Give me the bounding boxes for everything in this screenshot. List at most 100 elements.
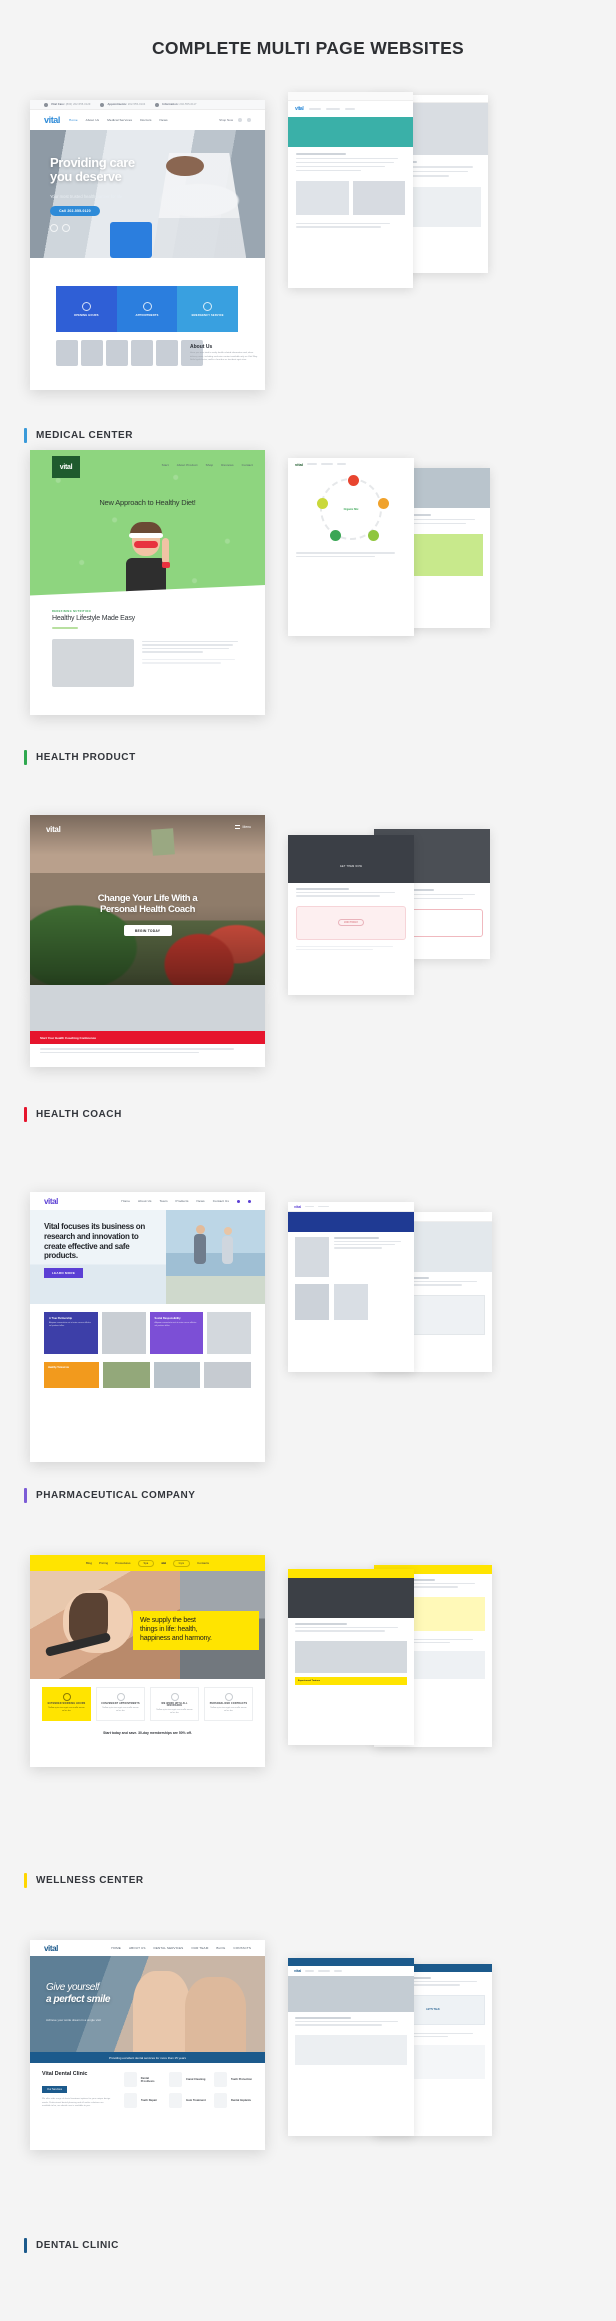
showcase-wellness: Experienced Trainers Blog Pricing Proced… bbox=[0, 1555, 616, 1925]
brand-logo: vital bbox=[46, 825, 61, 834]
mockup-coach-main-lower[interactable]: Start Your Health Coaching Conference bbox=[30, 985, 265, 1067]
doctor-avatars bbox=[56, 340, 203, 366]
nav-item-contacts[interactable]: Contacts bbox=[197, 1561, 209, 1565]
service-dental-prosthesis[interactable]: Dental Prosthesis bbox=[124, 2071, 163, 2088]
tile-photo-4 bbox=[153, 1362, 201, 1388]
menu-button[interactable]: Menu bbox=[234, 825, 251, 829]
clipboard-icon bbox=[142, 301, 152, 311]
nav-item-home[interactable]: HOME bbox=[111, 1946, 121, 1950]
mockup-pharma-secondary-2[interactable]: vital bbox=[288, 1202, 414, 1372]
nav-item-news[interactable]: News bbox=[197, 1199, 205, 1203]
tooth-icon bbox=[169, 2072, 182, 2088]
nav-item-doctors[interactable]: Doctors bbox=[140, 118, 151, 122]
hamburger-icon bbox=[234, 825, 240, 829]
twitter-icon[interactable] bbox=[237, 1199, 240, 1203]
feature-insurance[interactable]: WE WORK WITH ALL INSURANCE Nullam quis r… bbox=[150, 1687, 199, 1722]
service-teeth-repair[interactable]: Teeth Repair bbox=[124, 2092, 163, 2109]
mockup-product-main[interactable]: vital Start About Product Shop Reviews C… bbox=[30, 450, 265, 715]
service-gum-treatment[interactable]: Gum Treatment bbox=[169, 2092, 208, 2109]
learn-more-button[interactable]: LEARN MORE bbox=[44, 1268, 84, 1278]
tile-healthy-tomorrow[interactable]: Healthy Tomorrow bbox=[44, 1362, 99, 1388]
nav-item-about[interactable]: About Us bbox=[138, 1199, 152, 1203]
nav-item-reviews[interactable]: Reviews bbox=[221, 463, 233, 467]
service-dental-implants[interactable]: Dental Implants bbox=[214, 2092, 253, 2109]
nav-item-contact[interactable]: Contact bbox=[242, 463, 253, 467]
carousel-next-icon[interactable] bbox=[62, 224, 70, 232]
nav-item-products[interactable]: Products bbox=[176, 1199, 189, 1203]
mockup-dental-secondary-2[interactable]: vital bbox=[288, 1958, 414, 2136]
label-dental-clinic: DENTAL CLINIC bbox=[24, 2238, 119, 2253]
nav-item-pricing[interactable]: Pricing bbox=[99, 1561, 108, 1565]
nav-item-gym[interactable]: Gym bbox=[172, 1559, 191, 1567]
service-teeth-protection[interactable]: Teeth Protection bbox=[214, 2071, 253, 2088]
mockup-dental-main[interactable]: vital HOME ABOUT US DENTAL SERVICES OUR … bbox=[30, 1940, 265, 2150]
card-opening-hours[interactable]: OPENING HOURS bbox=[56, 286, 117, 332]
medical-info-cards: OPENING HOURS APPOINTMENTS EMERGENCY SER… bbox=[56, 286, 239, 332]
card-appointments[interactable]: APPOINTMENTS bbox=[116, 286, 178, 332]
nav-item-procedures[interactable]: Procedures bbox=[115, 1561, 130, 1565]
nav-item-contacts[interactable]: CONTACTS bbox=[233, 1946, 251, 1950]
product-photo bbox=[52, 638, 134, 687]
nav-item-team[interactable]: OUR TEAM bbox=[191, 1946, 208, 1950]
tile-photo-3 bbox=[102, 1362, 150, 1388]
nav-shop-now[interactable]: Shop Now bbox=[219, 118, 233, 122]
product-eyebrow: REDEFINING NUTRITION bbox=[52, 610, 91, 613]
nav-item-start[interactable]: Start bbox=[162, 463, 169, 467]
brand-logo: vital bbox=[44, 1943, 59, 1953]
topbar-item: Vital Care: (800) 202-555-0129 bbox=[44, 102, 90, 107]
dental-navbar: vital HOME ABOUT US DENTAL SERVICES OUR … bbox=[30, 1940, 265, 1956]
service-canal-cleaning[interactable]: Canal Cleaning bbox=[169, 2071, 208, 2088]
begin-today-button[interactable]: BEGIN TODAY bbox=[123, 925, 172, 936]
cart-icon[interactable] bbox=[247, 118, 251, 122]
hero-call-button[interactable]: Call 202-555-0120 bbox=[50, 206, 100, 216]
hero-carousel-arrows bbox=[50, 224, 70, 232]
nav-item-shop[interactable]: Shop bbox=[206, 463, 214, 467]
feature-convenient-appointments[interactable]: CONVENIENT APPOINTMENTS Nullam quis risu… bbox=[96, 1687, 145, 1722]
nav-item-about[interactable]: ABOUT US bbox=[129, 1946, 146, 1950]
avatar bbox=[106, 340, 128, 366]
hero-doctor-head bbox=[166, 155, 204, 177]
facebook-icon[interactable] bbox=[248, 1199, 251, 1203]
carousel-prev-icon[interactable] bbox=[50, 224, 58, 232]
nav-item-blog[interactable]: BLOG bbox=[216, 1946, 225, 1950]
mockup-wellness-secondary-2[interactable]: Experienced Trainers bbox=[288, 1569, 414, 1745]
mockup-pharma-main[interactable]: vital Home About Us Team Products News C… bbox=[30, 1192, 265, 1462]
nav-item-contact[interactable]: Contact Us bbox=[213, 1199, 229, 1203]
topbar-item: Appointments: 202-555-0134 bbox=[100, 102, 145, 107]
card-emergency[interactable]: EMERGENCY SERVICE bbox=[177, 286, 239, 332]
feature-extended-hours[interactable]: EXTENDED WORKING HOURS Nullam quis risus… bbox=[42, 1687, 91, 1722]
tile-responsibility[interactable]: Social Responsibility Aliquam consectetu… bbox=[149, 1312, 204, 1354]
avatar bbox=[131, 340, 153, 366]
tooth-icon bbox=[124, 2093, 137, 2109]
mockup-wellness-main[interactable]: Blog Pricing Procedures Spa vital Gym Co… bbox=[30, 1555, 265, 1767]
tile-partnership[interactable]: A True Partnership Aliquam consectetur e… bbox=[44, 1312, 98, 1354]
nav-item-spa[interactable]: Spa bbox=[137, 1559, 155, 1567]
nav-item-home[interactable]: Home bbox=[121, 1199, 130, 1203]
shield-icon bbox=[170, 1693, 179, 1701]
search-icon[interactable] bbox=[238, 118, 242, 122]
nav-item-about[interactable]: About Us bbox=[86, 118, 100, 122]
mockup-coach-main[interactable]: vital Menu Change Your Life With a Person… bbox=[30, 815, 265, 985]
nav-item-home[interactable]: Home bbox=[69, 118, 78, 122]
hero-person-2 bbox=[185, 1977, 247, 2052]
nav-item-services[interactable]: DENTAL SERVICES bbox=[154, 1946, 184, 1950]
nav-item-blog[interactable]: Blog bbox=[86, 1561, 92, 1565]
showcase-health-coach: GET THEM NOW JOIN TODAY vital Menu Chang… bbox=[0, 815, 616, 1165]
tooth-icon bbox=[214, 2093, 227, 2109]
mockup-medical-secondary-2[interactable]: vital bbox=[288, 92, 413, 288]
nav-item-about-product[interactable]: About Product bbox=[177, 463, 198, 467]
nav-item-services[interactable]: Medical Services bbox=[107, 118, 132, 122]
nav-item-news[interactable]: News bbox=[160, 118, 168, 122]
medical-topbar: Vital Care: (800) 202-555-0129 Appointme… bbox=[30, 100, 265, 110]
mockup-medical-main[interactable]: Vital Care: (800) 202-555-0129 Appointme… bbox=[30, 100, 265, 390]
coach-panel-text: Start Your Health Coaching Conference bbox=[40, 1035, 97, 1040]
mockup-product-secondary-2[interactable]: vital Organic Mix bbox=[288, 458, 414, 636]
nav-item-team[interactable]: Team bbox=[160, 1199, 168, 1203]
accent-bar bbox=[24, 428, 27, 443]
pharma-hero-title: Vital focuses its business on research a… bbox=[44, 1222, 145, 1261]
wheel-label: Organic Mix bbox=[343, 508, 359, 511]
feature-personalized[interactable]: PERSONALIZED CONTRACTS Nullam quis risus… bbox=[204, 1687, 253, 1722]
showcase-dental: LET'S TALK vital vital HOME ABOUT US DEN… bbox=[0, 1940, 616, 2310]
tile-photo-2 bbox=[207, 1312, 251, 1354]
mockup-coach-secondary-2[interactable]: GET THEM NOW JOIN TODAY bbox=[288, 835, 414, 995]
